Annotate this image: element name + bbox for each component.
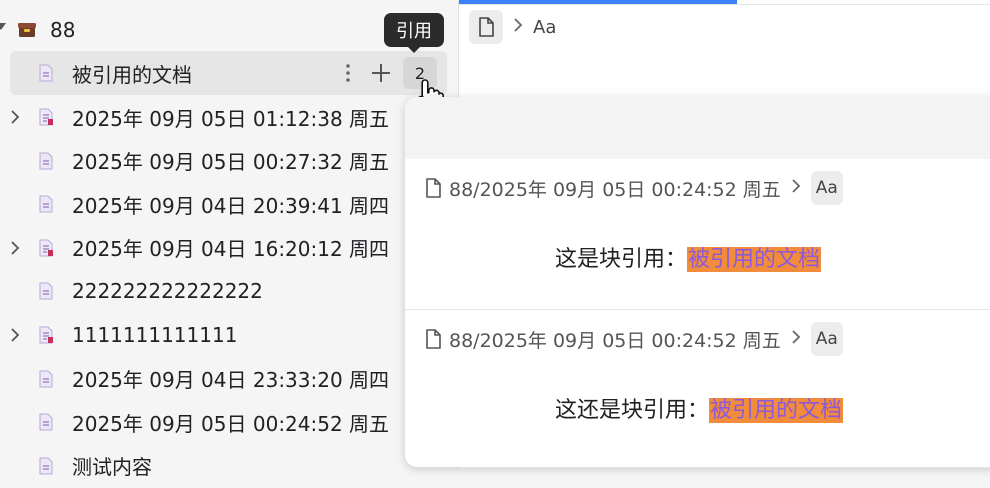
chevron-right-icon	[791, 328, 801, 350]
reference-path-text: 88/2025年 09月 05日 00:24:52 周五	[449, 178, 781, 201]
add-subdoc-button[interactable]	[367, 57, 395, 89]
document-with-children-icon	[39, 108, 53, 126]
document-icon	[39, 282, 53, 300]
tree-item[interactable]: 2025年 09月 05日 00:24:52 周五	[0, 400, 458, 444]
expand-chevron-icon[interactable]	[6, 108, 24, 126]
expand-caret-icon[interactable]	[0, 23, 6, 30]
block-reference-link[interactable]: 被引用的文档	[709, 398, 844, 423]
tree-item[interactable]: 测试内容	[0, 444, 458, 488]
document-outline-icon	[479, 17, 494, 37]
breadcrumb-doc-button[interactable]	[469, 10, 503, 44]
vertical-dots-icon	[346, 64, 350, 82]
reference-block-2[interactable]: 88/2025年 09月 05日 00:24:52 周五 Aa 这还是块引用：被…	[405, 310, 990, 460]
block-reference-link[interactable]: 被引用的文档	[687, 247, 822, 272]
backlinks-popover: 88/2025年 09月 05日 00:24:52 周五 Aa 这是块引用：被引…	[405, 97, 990, 467]
tree-item[interactable]: 1111111111111	[0, 313, 458, 357]
reference-prefix: 这是块引用：	[555, 247, 688, 272]
breadcrumb-heading-label[interactable]: Aa	[533, 17, 556, 38]
references-tooltip: 引用	[384, 13, 444, 53]
reference-path[interactable]: 88/2025年 09月 05日 00:24:52 周五 Aa	[425, 171, 843, 205]
tree-item-label: 2025年 09月 05日 01:12:38 周五	[72, 106, 390, 131]
tree-item-label: 被引用的文档	[72, 62, 192, 87]
notebook-label: 88	[50, 18, 76, 42]
expand-chevron-icon[interactable]	[6, 326, 24, 344]
reference-path[interactable]: 88/2025年 09月 05日 00:24:52 周五 Aa	[425, 322, 843, 356]
reference-prefix: 这还是块引用：	[555, 398, 710, 423]
reference-content: 这还是块引用：被引用的文档	[555, 392, 844, 424]
document-icon	[39, 64, 53, 82]
reference-path-text: 88/2025年 09月 05日 00:24:52 周五	[449, 329, 781, 352]
tree-item[interactable]: 222222222222222	[0, 269, 458, 313]
document-outline-icon	[426, 178, 441, 198]
tree-item-label: 1111111111111	[72, 323, 238, 347]
plus-icon	[372, 64, 390, 82]
document-icon	[39, 413, 53, 431]
document-with-children-icon	[39, 239, 53, 257]
tree-item[interactable]: 2025年 09月 04日 20:39:41 周四	[0, 182, 458, 226]
document-icon	[39, 457, 53, 475]
heading-badge[interactable]: Aa	[810, 322, 843, 356]
tree-item-label: 2025年 09月 04日 23:33:20 周四	[72, 368, 390, 393]
tree-item-label: 2025年 09月 05日 00:27:32 周五	[72, 150, 390, 175]
tree-item[interactable]: 2025年 09月 04日 23:33:20 周四	[0, 357, 458, 401]
tree-item-label: 2025年 09月 04日 16:20:12 周四	[72, 237, 390, 262]
chevron-right-icon	[791, 177, 801, 199]
tree-item[interactable]: 2025年 09月 05日 01:12:38 周五	[0, 95, 458, 139]
tree-item[interactable]: 2025年 09月 04日 16:20:12 周四	[0, 226, 458, 270]
doc-tree-sidebar: 88 被引用的文档 2 2025年 09月 05日 01:12:38 周五 202…	[0, 0, 458, 479]
tree-item-active[interactable]: 被引用的文档 2	[10, 51, 447, 95]
tree-item-label: 测试内容	[72, 455, 152, 480]
more-options-button[interactable]	[335, 57, 361, 89]
chevron-right-icon	[513, 17, 523, 38]
document-icon	[39, 370, 53, 388]
reference-block-1[interactable]: 88/2025年 09月 05日 00:24:52 周五 Aa 这是块引用：被引…	[405, 159, 990, 309]
popover-header	[405, 97, 990, 159]
breadcrumb: Aa	[469, 10, 556, 44]
tree-item-label: 222222222222222	[72, 279, 263, 304]
expand-chevron-icon[interactable]	[6, 239, 24, 257]
document-outline-icon	[426, 329, 441, 349]
top-divider	[459, 4, 990, 5]
document-icon	[39, 152, 53, 170]
tree-item[interactable]: 2025年 09月 05日 00:27:32 周五	[0, 139, 458, 183]
heading-badge[interactable]: Aa	[810, 171, 843, 205]
tree-item-label: 2025年 09月 05日 00:24:52 周五	[72, 411, 390, 436]
document-icon	[39, 195, 53, 213]
tree-item-label: 2025年 09月 04日 20:39:41 周四	[72, 193, 390, 218]
notebook-box-icon	[18, 23, 36, 37]
reference-content: 这是块引用：被引用的文档	[555, 241, 822, 273]
document-with-children-icon	[39, 326, 53, 344]
